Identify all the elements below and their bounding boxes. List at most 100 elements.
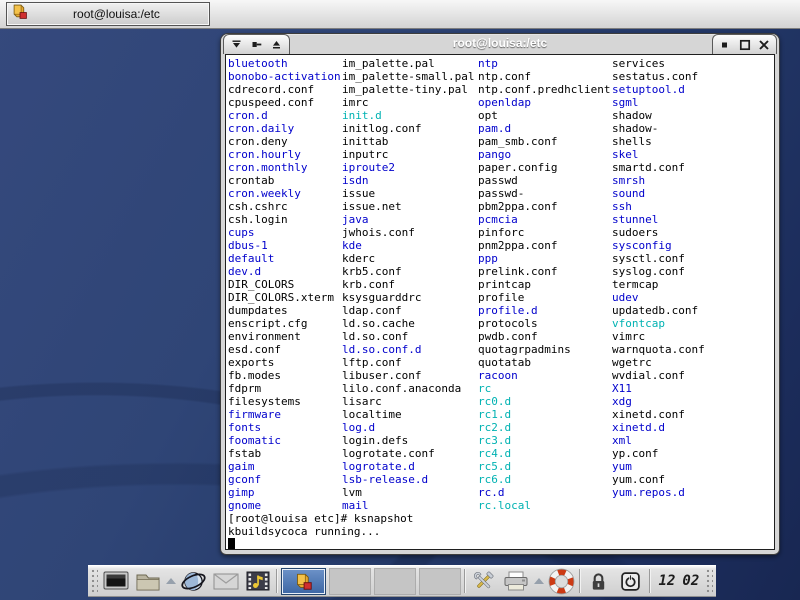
panel-clock[interactable]: 12 02 <box>659 573 700 589</box>
minimize-button[interactable] <box>719 38 732 51</box>
file-entry: krb5.conf <box>342 265 474 278</box>
file-entry: pinforc <box>478 226 610 239</box>
file-entry: smrsh <box>612 174 705 187</box>
lock-icon[interactable] <box>584 567 613 595</box>
file-entry: updatedb.conf <box>612 304 705 317</box>
file-entry: vfontcap <box>612 317 705 330</box>
maximize-button[interactable] <box>738 38 751 51</box>
folder-icon[interactable] <box>133 567 162 595</box>
file-entry: initlog.conf <box>342 122 474 135</box>
file-entry: sgml <box>612 96 705 109</box>
file-entry: gconf <box>228 473 341 486</box>
help-icon[interactable] <box>547 567 576 595</box>
clock-minutes: 02 <box>682 573 699 589</box>
file-entry: iproute2 <box>342 161 474 174</box>
power-icon[interactable] <box>616 567 645 595</box>
file-entry: rc <box>478 382 610 395</box>
file-entry: pnm2ppa.conf <box>478 239 610 252</box>
file-entry: jwhois.conf <box>342 226 474 239</box>
file-entry: gimp <box>228 486 341 499</box>
file-entry: profile <box>478 291 610 304</box>
file-entry: ntp.conf <box>478 70 610 83</box>
media-player-icon[interactable] <box>243 567 272 595</box>
file-entry: shadow- <box>612 122 705 135</box>
browser-icon[interactable] <box>179 567 208 595</box>
file-entry: pbm2ppa.conf <box>478 200 610 213</box>
file-entry: X11 <box>612 382 705 395</box>
terminal-icon[interactable] <box>101 567 130 595</box>
file-entry: lftp.conf <box>342 356 474 369</box>
file-entry: imrc <box>342 96 474 109</box>
file-entry: firmware <box>228 408 341 421</box>
file-entry: cups <box>228 226 341 239</box>
file-entry: xdg <box>612 395 705 408</box>
file-entry: inittab <box>342 135 474 148</box>
file-entry: log.d <box>342 421 474 434</box>
file-entry: xinetd.conf <box>612 408 705 421</box>
file-entry: protocols <box>478 317 610 330</box>
separator <box>649 569 651 593</box>
file-entry: passwd <box>478 174 610 187</box>
expand-arrow-icon[interactable] <box>534 578 544 584</box>
mail-icon[interactable] <box>211 567 240 595</box>
top-task-button[interactable]: root@louisa:/etc <box>6 2 210 26</box>
file-entry: xml <box>612 434 705 447</box>
window-titlebar[interactable]: root@louisa:/etc <box>221 34 779 54</box>
file-entry: sysctl.conf <box>612 252 705 265</box>
file-entry: gnome <box>228 499 341 512</box>
file-entry: yum.repos.d <box>612 486 705 499</box>
file-entry: cron.hourly <box>228 148 341 161</box>
konsole-window: root@louisa:/etc bluetoothbonobo-activat… <box>220 33 780 555</box>
panel-grip[interactable] <box>91 569 98 593</box>
file-entry: enscript.cfg <box>228 317 341 330</box>
file-entry: pam.d <box>478 122 610 135</box>
printer-icon[interactable] <box>501 567 530 595</box>
file-entry: rc0.d <box>478 395 610 408</box>
file-column-1: bluetoothbonobo-activationcdrecord.confc… <box>228 57 341 512</box>
file-entry: im_palette.pal <box>342 57 474 70</box>
terminal-cursor <box>228 538 235 549</box>
file-entry: pango <box>478 148 610 161</box>
window-title: root@louisa:/etc <box>221 36 779 50</box>
file-entry: login.defs <box>342 434 474 447</box>
file-entry: ntp.conf.predhclient <box>478 83 610 96</box>
file-entry: xinetd.d <box>612 421 705 434</box>
terminal-screen[interactable]: bluetoothbonobo-activationcdrecord.confc… <box>225 54 775 550</box>
file-entry: crontab <box>228 174 341 187</box>
file-entry: lilo.conf.anaconda <box>342 382 474 395</box>
file-entry: ntp <box>478 57 610 70</box>
file-entry: quotagrpadmins <box>478 343 610 356</box>
close-button[interactable] <box>757 38 770 51</box>
file-entry: logrotate.d <box>342 460 474 473</box>
file-entry: esd.conf <box>228 343 341 356</box>
file-entry: fonts <box>228 421 341 434</box>
file-entry: services <box>612 57 705 70</box>
file-entry: cpuspeed.conf <box>228 96 341 109</box>
panel-grip[interactable] <box>706 569 713 593</box>
file-entry: init.d <box>342 109 474 122</box>
file-entry: yum.conf <box>612 473 705 486</box>
file-entry: DIR_COLORS <box>228 278 341 291</box>
file-entry: cron.deny <box>228 135 341 148</box>
file-entry: ppp <box>478 252 610 265</box>
expand-arrow-icon[interactable] <box>166 578 176 584</box>
file-entry: rc1.d <box>478 408 610 421</box>
file-entry: dumpdates <box>228 304 341 317</box>
status-line: kbuildsycoca running... <box>228 525 413 538</box>
file-entry: logrotate.conf <box>342 447 474 460</box>
packages-icon <box>11 3 28 25</box>
file-entry: gaim <box>228 460 341 473</box>
file-entry: wvdial.conf <box>612 369 705 382</box>
taskbar-active-task[interactable] <box>281 568 326 595</box>
file-entry: pam_smb.conf <box>478 135 610 148</box>
file-entry: lsb-release.d <box>342 473 474 486</box>
separator <box>579 569 581 593</box>
file-entry: prelink.conf <box>478 265 610 278</box>
file-entry: cron.daily <box>228 122 341 135</box>
separator <box>464 569 466 593</box>
tools-icon[interactable] <box>469 567 498 595</box>
file-entry: localtime <box>342 408 474 421</box>
file-entry: sestatus.conf <box>612 70 705 83</box>
file-entry: syslog.conf <box>612 265 705 278</box>
file-entry: udev <box>612 291 705 304</box>
